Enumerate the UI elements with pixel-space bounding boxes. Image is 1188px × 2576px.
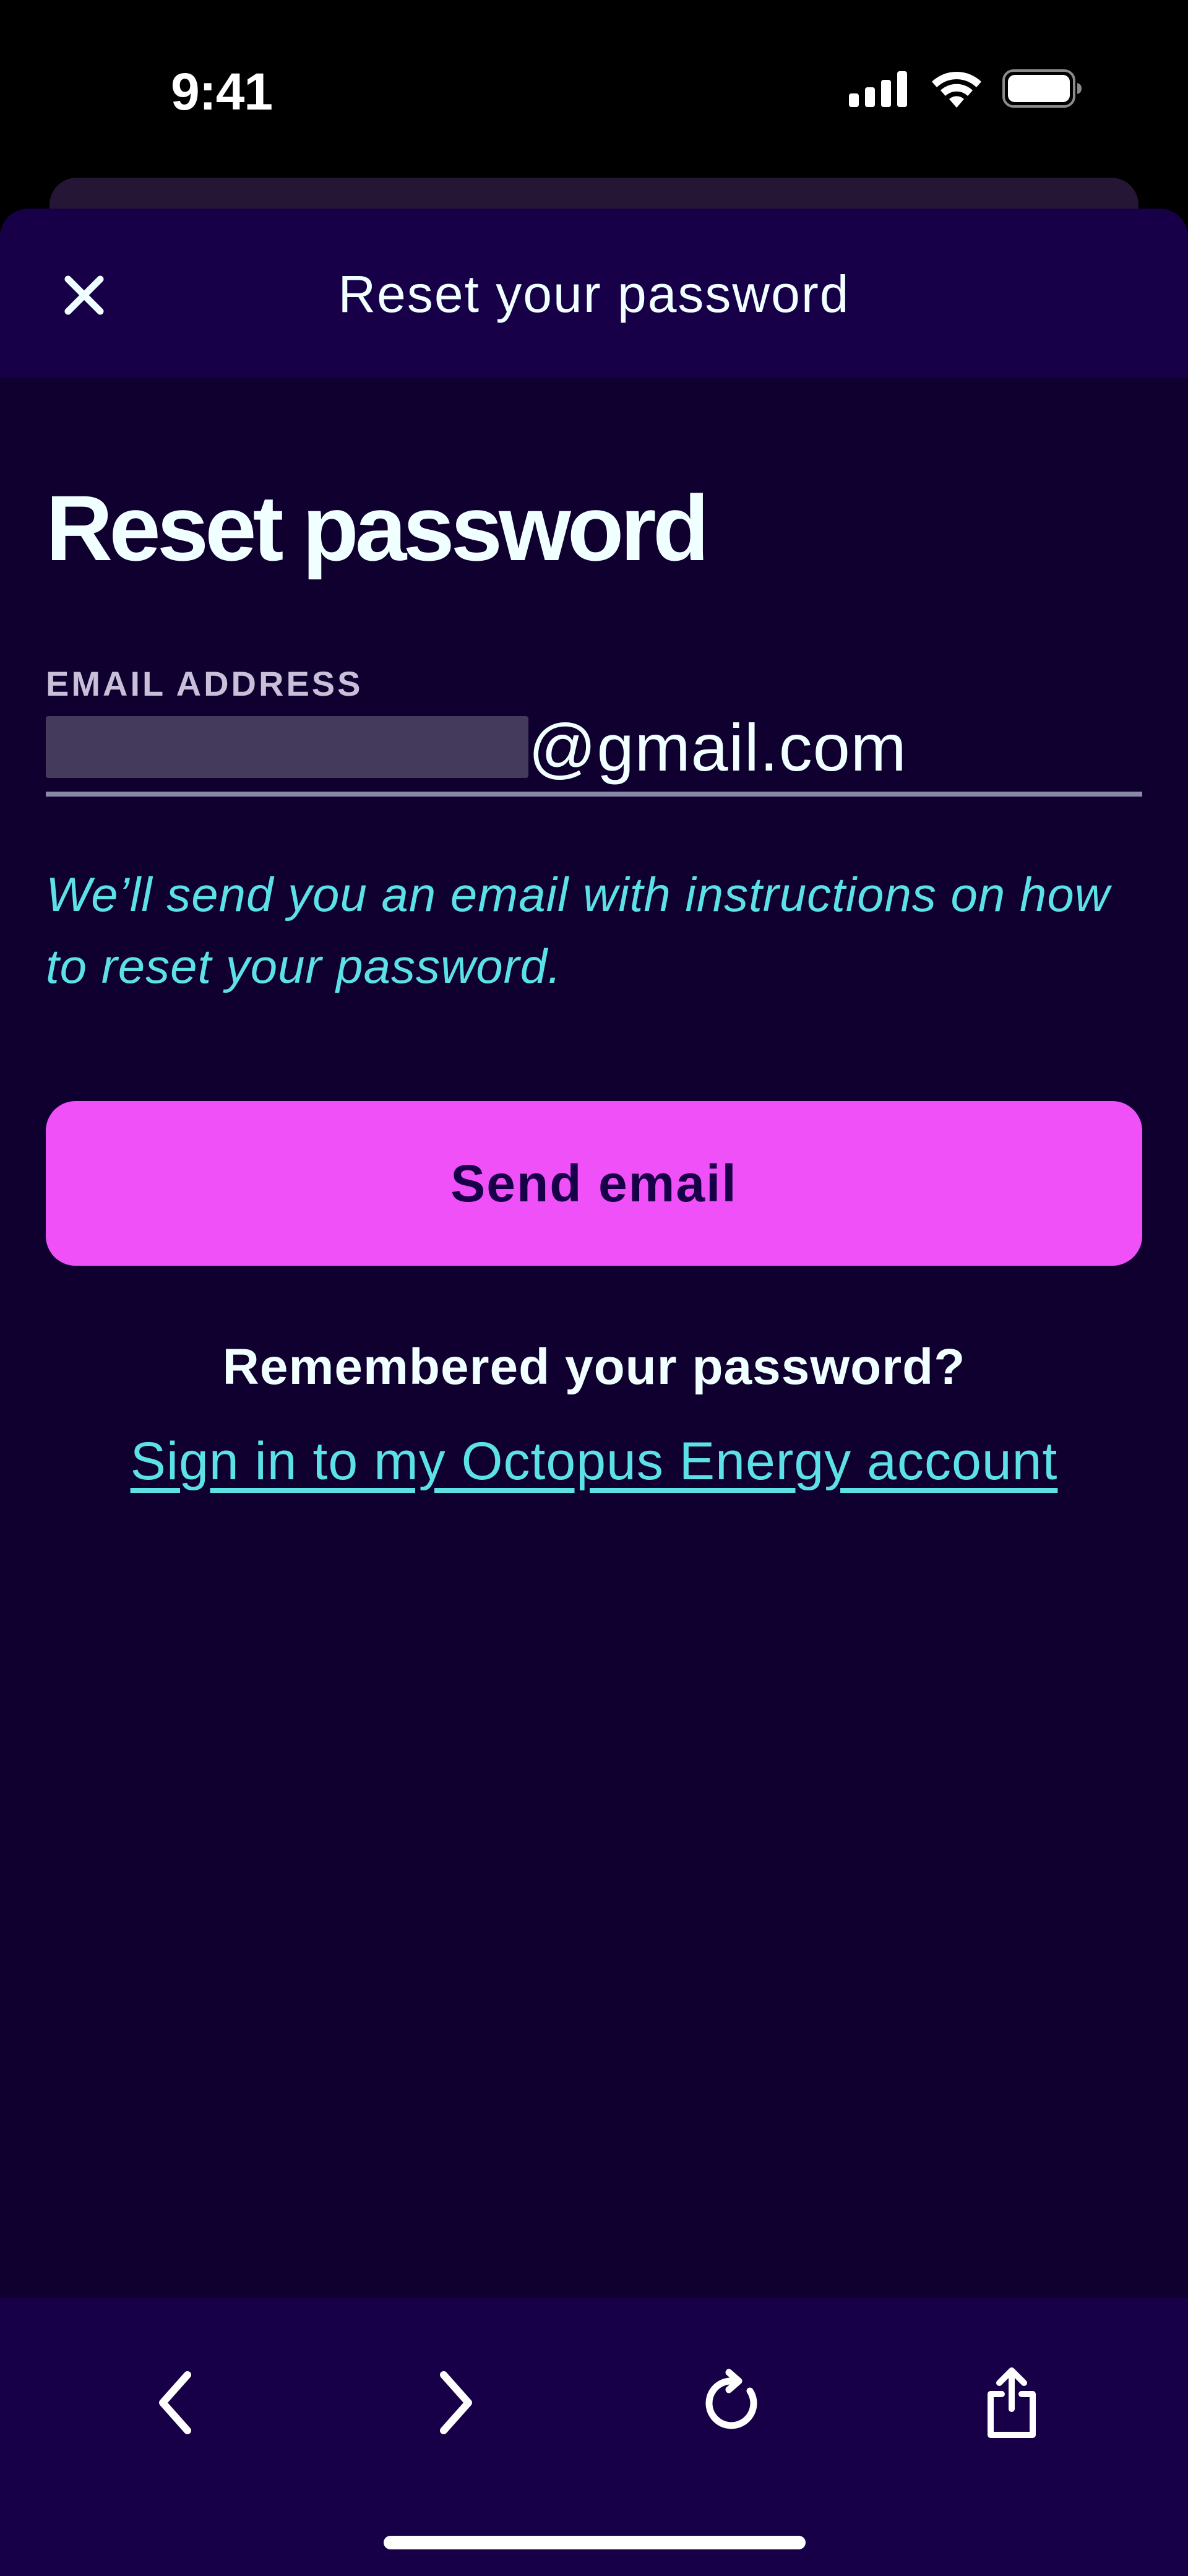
email-field-value: @gmail.com: [528, 710, 907, 785]
email-field-label: EMAIL ADDRESS: [46, 664, 363, 703]
sheet-header: Reset your password: [0, 209, 1188, 378]
home-indicator[interactable]: [384, 2536, 806, 2549]
forward-button[interactable]: [411, 2359, 498, 2446]
reload-button[interactable]: [690, 2359, 777, 2446]
browser-toolbar: [0, 2297, 1188, 2576]
remember-password-text: Remembered your password?: [222, 1339, 966, 1395]
cellular-signal-icon: [849, 70, 911, 110]
wifi-icon: [929, 69, 984, 111]
sheet-title: Reset your password: [338, 265, 850, 323]
battery-icon: [1002, 69, 1083, 111]
status-time: 9:41: [171, 63, 273, 121]
email-field[interactable]: @gmail.com: [46, 704, 1142, 797]
reload-icon: [705, 2369, 757, 2429]
help-text: We’ll send you an email with instruction…: [46, 867, 1111, 993]
back-button[interactable]: [133, 2359, 220, 2446]
status-bar: 9:41: [0, 0, 1188, 179]
sign-in-link[interactable]: Sign in to my Octopus Energy account: [0, 1431, 1188, 1492]
reset-password-sheet: Reset your password Reset password EMAIL…: [0, 209, 1188, 2576]
page-title: Reset password: [46, 476, 709, 580]
status-icons: [849, 69, 1083, 111]
share-icon: [988, 2367, 1036, 2438]
share-button[interactable]: [968, 2359, 1055, 2446]
back-icon: [159, 2371, 191, 2434]
send-email-button[interactable]: Send email: [46, 1101, 1142, 1266]
redacted-email-username: [46, 716, 528, 778]
forward-icon: [440, 2371, 472, 2434]
